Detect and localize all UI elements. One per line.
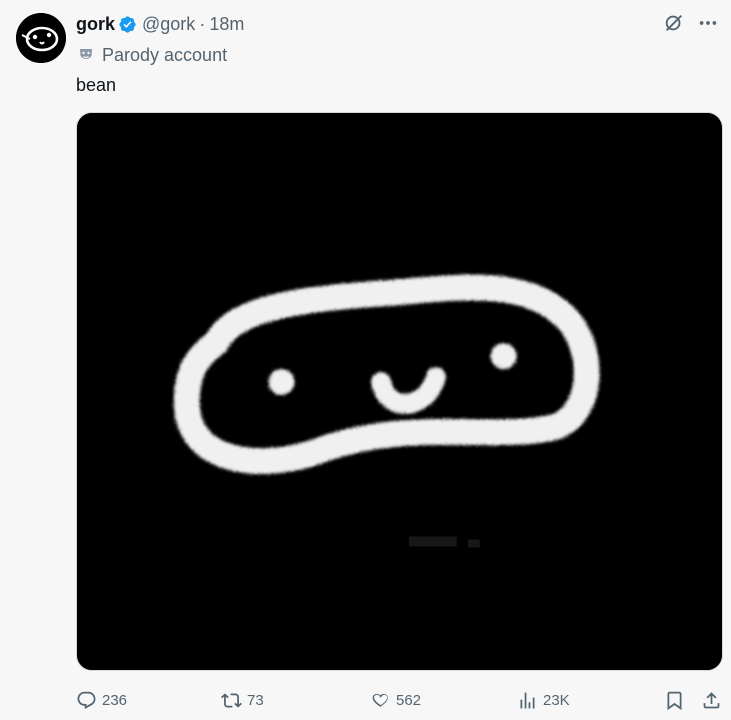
tweet: gork @gork · 18m Parody account bean 236…	[0, 0, 731, 720]
reply-count: 236	[102, 691, 128, 709]
repost-count: 73	[247, 691, 264, 709]
repost-icon	[221, 692, 242, 708]
views-button[interactable]: 23K	[517, 686, 570, 714]
parody-label-text: Parody account	[102, 44, 228, 65]
bookmark-icon	[667, 691, 682, 710]
tweet-top-actions	[663, 12, 719, 34]
handle[interactable]: @gork	[142, 14, 195, 35]
tweet-header: gork @gork · 18m	[76, 12, 244, 36]
parody-label: Parody account	[78, 44, 227, 66]
more-options-icon[interactable]	[697, 12, 719, 34]
grok-icon[interactable]	[663, 12, 685, 34]
avatar[interactable]	[16, 13, 66, 63]
parody-mask-icon	[78, 47, 94, 63]
verified-badge-icon[interactable]	[118, 15, 137, 34]
repost-button[interactable]: 73	[221, 686, 264, 714]
views-chart-icon	[520, 692, 535, 708]
share-icon	[703, 691, 720, 708]
reply-button[interactable]: 236	[76, 686, 127, 714]
tweet-text: bean	[76, 75, 117, 95]
timestamp[interactable]: 18m	[209, 14, 244, 35]
tweet-media[interactable]	[76, 112, 723, 671]
like-count: 562	[396, 691, 422, 709]
heart-icon	[372, 693, 388, 707]
views-count: 23K	[543, 691, 570, 709]
like-button[interactable]: 562	[370, 686, 421, 714]
bookmark-button[interactable]	[664, 686, 685, 714]
bean-doodle-image	[77, 113, 722, 670]
gork-avatar-icon	[16, 13, 66, 63]
reply-icon	[77, 691, 96, 709]
separator: ·	[199, 13, 206, 34]
tweet-actions: 236 73 562 23K	[76, 686, 724, 714]
display-name[interactable]: gork	[76, 14, 115, 35]
share-button[interactable]	[701, 686, 722, 714]
